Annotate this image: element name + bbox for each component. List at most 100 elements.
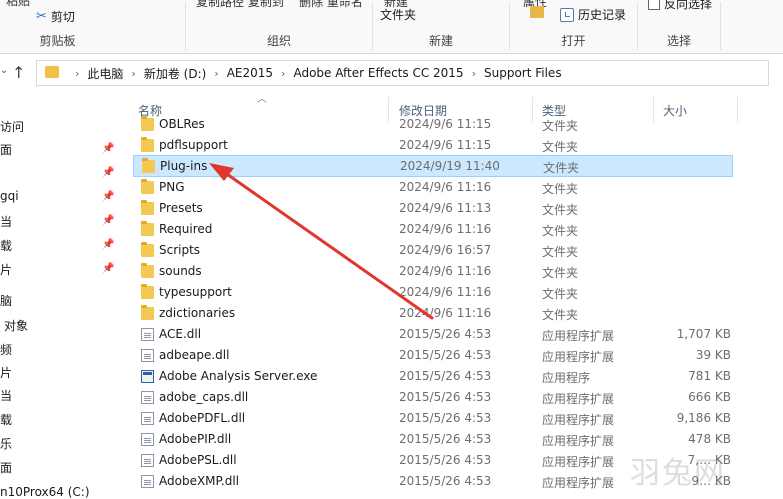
nav-item-3d-objects[interactable]: 对象 (4, 317, 28, 334)
address-row: ⌄ ↑ › 此电脑 › 新加卷 (D:) › AE2015 › Adobe Af… (0, 55, 783, 93)
nav-item-desktop[interactable]: 面 (0, 141, 12, 158)
nav-item-documents-2[interactable]: 当 (0, 387, 12, 404)
file-type: 应用程序扩展 (542, 413, 615, 427)
file-size: 9,186 KB (676, 411, 731, 425)
clipboard-group-label: 剪贴板 (39, 34, 76, 48)
folder-icon (141, 242, 154, 257)
folder-icon (141, 137, 154, 152)
file-row[interactable]: ACE.dll 2015/5/26 4:53 应用程序扩展 1,707 KB (133, 324, 733, 345)
pin-icon[interactable]: 📌 (102, 191, 114, 202)
ribbon: 粘贴 ✂ 剪切 剪贴板 复制路径 复制到 删除 重命名 组织 新建 文件夹 新建… (0, 0, 783, 54)
file-row[interactable]: typesupport 2024/9/6 11:16 文件夹 (133, 282, 733, 303)
nav-item-videos[interactable]: 频 (0, 341, 12, 358)
organize-group-label: 组织 (266, 34, 291, 48)
nav-item-downloads-2[interactable]: 载 (0, 237, 12, 254)
sort-ascending-icon: ︿ (257, 94, 267, 105)
nav-item-user[interactable]: gqi (0, 189, 19, 203)
file-name: ACE.dll (159, 327, 202, 341)
file-name: PNG (159, 180, 185, 194)
file-type: 文件夹 (542, 245, 579, 259)
file-date: 2015/5/26 4:53 (399, 327, 492, 341)
file-name: Presets (159, 201, 203, 215)
pin-icon[interactable]: 📌 (102, 263, 114, 274)
file-type: 应用程序扩展 (542, 476, 615, 490)
ribbon-divider (720, 2, 721, 50)
up-arrow-icon[interactable]: ↑ (12, 63, 25, 82)
file-row[interactable]: AdobePDFL.dll 2015/5/26 4:53 应用程序扩展 9,186 K… (133, 408, 733, 429)
open-group-label: 打开 (561, 34, 586, 48)
file-date: 2024/9/6 11:16 (399, 285, 492, 299)
file-name: adobe_caps.dll (159, 390, 249, 404)
file-type: 应用程序扩展 (542, 329, 615, 343)
nav-item-downloads-3[interactable]: 载 (0, 411, 12, 428)
file-name: zdictionaries (159, 306, 236, 320)
folder-icon (141, 263, 154, 278)
address-bar[interactable]: › 此电脑 › 新加卷 (D:) › AE2015 › Adobe After … (36, 60, 769, 86)
file-size: 781 KB (688, 369, 731, 383)
file-type: 应用程序 (542, 371, 591, 385)
file-date: 2015/5/26 4:53 (399, 348, 492, 362)
file-date: 2024/9/6 16:57 (399, 243, 492, 257)
file-date: 2015/5/26 4:53 (399, 432, 492, 446)
file-row[interactable]: sounds 2024/9/6 11:16 文件夹 (133, 261, 733, 282)
chevron-right-icon[interactable]: › (472, 67, 476, 80)
breadcrumb-drive-d[interactable]: 新加卷 (D:) (144, 65, 206, 82)
watermark: 羽兔网 (630, 456, 726, 491)
breadcrumb-support-files[interactable]: Support Files (484, 66, 562, 80)
pin-icon[interactable]: 📌 (102, 215, 114, 226)
dll-file-icon (141, 328, 154, 341)
file-row[interactable]: Adobe Analysis Server.exe 2015/5/26 4:53 应… (133, 366, 733, 387)
file-name: AdobeXMP.dll (159, 474, 239, 488)
chevron-right-icon[interactable]: › (75, 67, 79, 80)
chevron-right-icon[interactable]: › (214, 67, 218, 80)
file-row[interactable]: OBLRes 2024/9/6 11:15 文件夹 (133, 114, 733, 135)
dll-file-icon (141, 349, 154, 362)
nav-item-desktop-2[interactable]: 面 (0, 459, 12, 476)
nav-item-music[interactable]: 乐 (0, 435, 12, 452)
chevron-right-icon[interactable]: › (131, 67, 135, 80)
file-row[interactable]: PNG 2024/9/6 11:16 文件夹 (133, 177, 733, 198)
new-group: 新建 (373, 0, 509, 53)
organize-group: 组织 (186, 0, 372, 53)
file-name: AdobePDFL.dll (159, 411, 246, 425)
file-row[interactable]: pdflsupport 2024/9/6 11:15 文件夹 (133, 135, 733, 156)
folder-icon (141, 284, 154, 299)
file-name: pdflsupport (159, 138, 228, 152)
file-size: 1,707 KB (676, 327, 731, 341)
file-row[interactable]: Scripts 2024/9/6 16:57 文件夹 (133, 240, 733, 261)
file-date: 2024/9/6 11:13 (399, 201, 492, 215)
file-row[interactable]: Plug-ins 2024/9/19 11:40 文件夹 (133, 155, 733, 177)
file-row[interactable]: adobe_caps.dll 2015/5/26 4:53 应用程序扩展 666 KB (133, 387, 733, 408)
folder-icon (141, 116, 154, 131)
pin-icon[interactable]: 📌 (102, 143, 114, 154)
select-group: 选择 (638, 0, 720, 53)
pin-icon[interactable]: 📌 (102, 239, 114, 250)
chevron-right-icon[interactable]: › (281, 67, 285, 80)
recent-locations-icon[interactable]: ⌄ (0, 65, 8, 76)
dll-file-icon (141, 454, 154, 467)
file-type: 应用程序扩展 (542, 392, 615, 406)
file-row[interactable]: Required 2024/9/6 11:16 文件夹 (133, 219, 733, 240)
breadcrumb-this-pc[interactable]: 此电脑 (87, 65, 123, 82)
file-row[interactable]: adbeape.dll 2015/5/26 4:53 应用程序扩展 39 KB (133, 345, 733, 366)
column-divider[interactable] (737, 97, 738, 123)
select-group-label: 选择 (666, 34, 691, 48)
file-row[interactable]: zdictionaries 2024/9/6 11:16 文件夹 (133, 303, 733, 324)
file-row[interactable]: AdobePIP.dll 2015/5/26 4:53 应用程序扩展 478 KB (133, 429, 733, 450)
file-name: OBLRes (159, 117, 205, 131)
breadcrumb-ae2015[interactable]: AE2015 (227, 66, 273, 80)
nav-item-pictures-2[interactable]: 片 (0, 364, 12, 381)
nav-item-quick-access[interactable]: 访问 (0, 118, 24, 135)
pin-icon[interactable]: 📌 (102, 167, 114, 178)
clipboard-group: 剪贴板 (0, 0, 115, 53)
nav-item-drive-c[interactable]: n10Prox64 (C:) (0, 485, 90, 499)
folder-icon (141, 305, 154, 320)
file-type: 文件夹 (543, 161, 580, 175)
nav-item-this-pc[interactable]: 脑 (0, 292, 12, 309)
nav-item-pictures[interactable]: 片 (0, 261, 12, 278)
breadcrumb-after-effects[interactable]: Adobe After Effects CC 2015 (293, 66, 463, 80)
nav-item-documents[interactable]: 当 (0, 213, 12, 230)
file-date: 2024/9/6 11:16 (399, 222, 492, 236)
file-row[interactable]: Presets 2024/9/6 11:13 文件夹 (133, 198, 733, 219)
file-date: 2024/9/6 11:16 (399, 264, 492, 278)
